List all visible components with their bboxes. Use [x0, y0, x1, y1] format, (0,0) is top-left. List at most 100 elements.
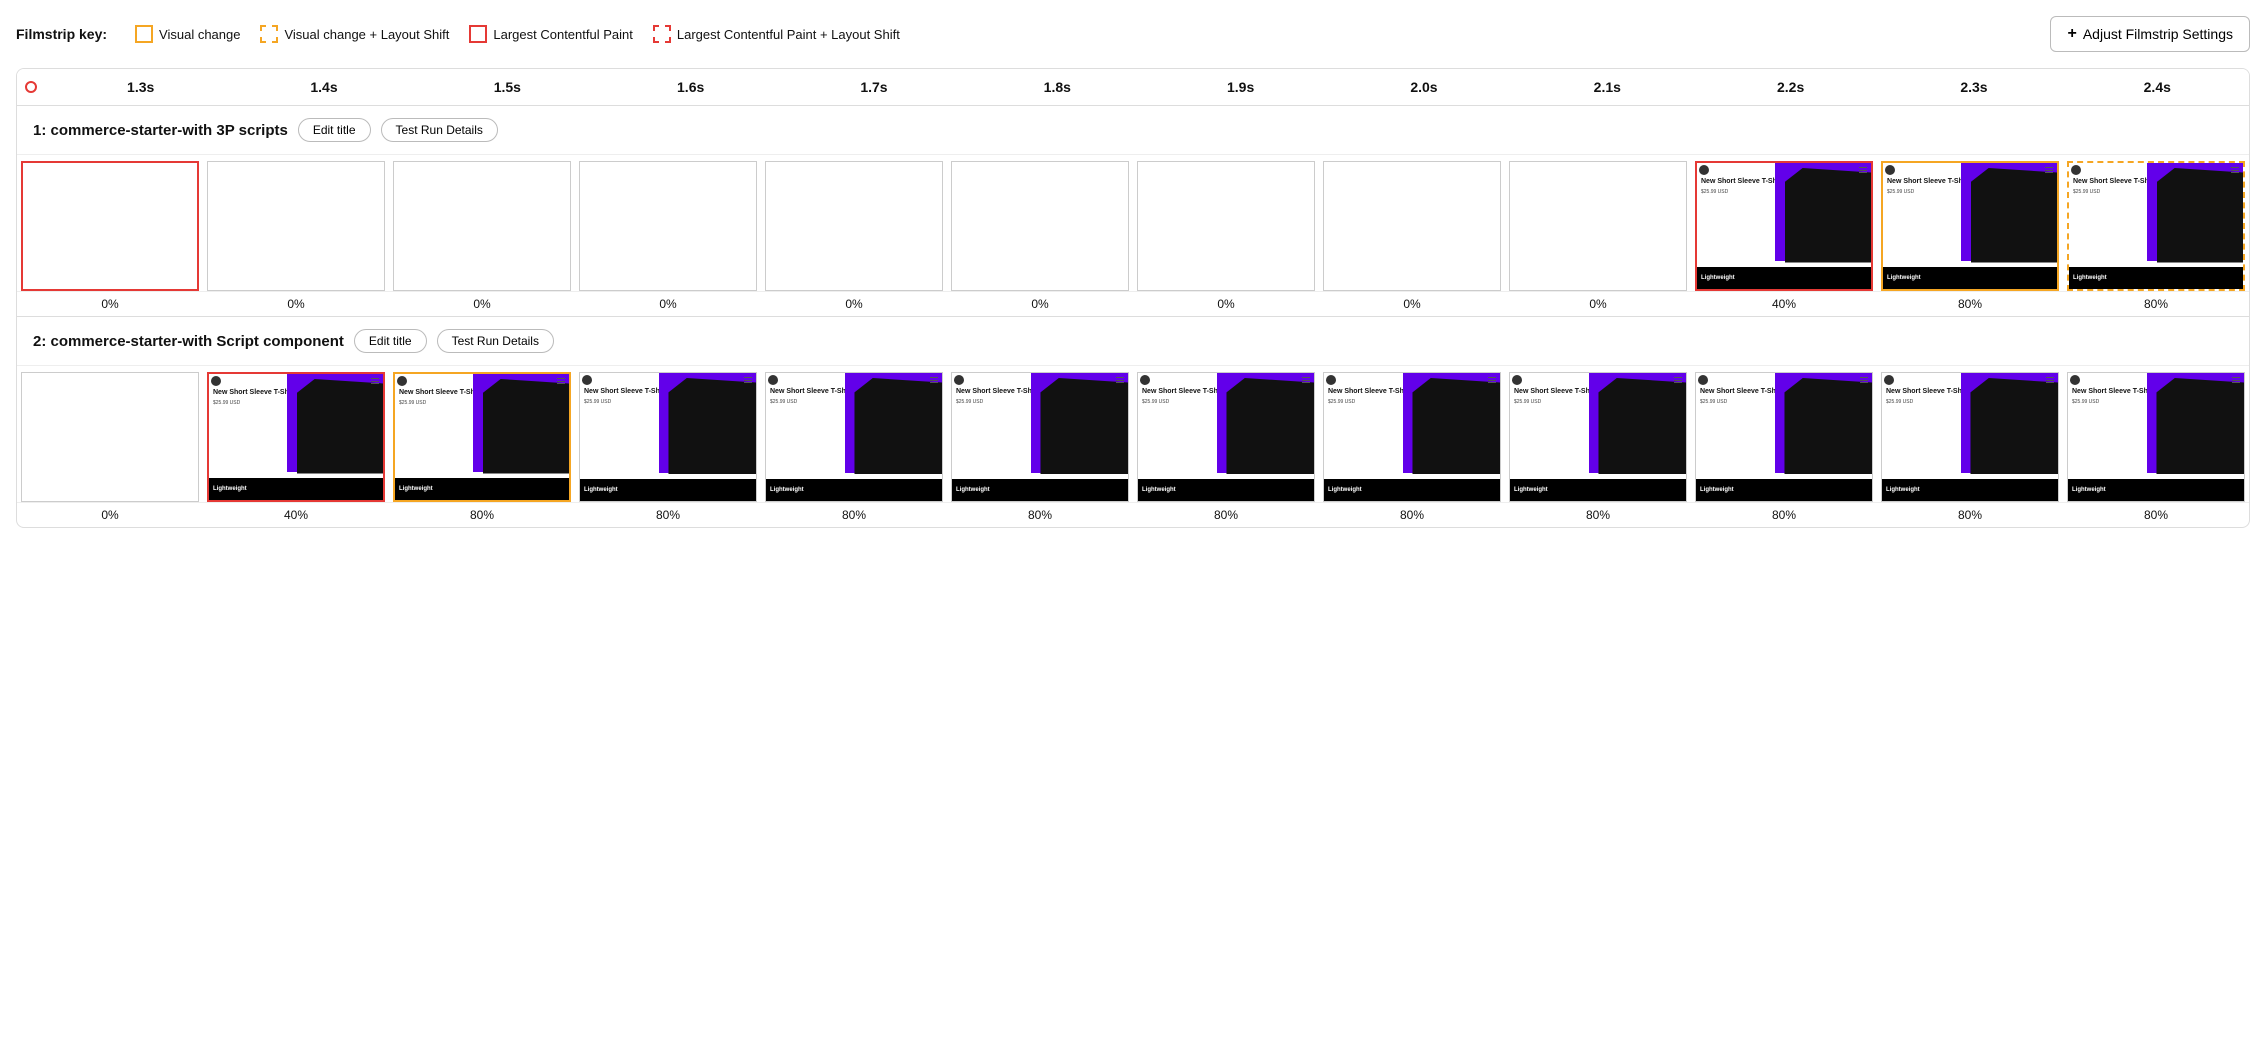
thumb-icon-circle: [768, 375, 778, 385]
frame-thumb[interactable]: [1509, 161, 1687, 291]
timeline-tick: 1.3s: [49, 69, 232, 105]
frame-thumb[interactable]: New Short Sleeve T-Shirt $25.99 USD Ligh…: [951, 372, 1129, 502]
frame-thumb[interactable]: [1323, 161, 1501, 291]
frame-thumb[interactable]: [21, 161, 199, 291]
frame-cell: [947, 155, 1133, 291]
thumb-icon-menu: [2044, 375, 2056, 385]
frame-cell: New Short Sleeve T-Shirt $25.99 USD Ligh…: [389, 366, 575, 502]
frame-thumb[interactable]: New Short Sleeve T-Shirt $25.99 USD Ligh…: [207, 372, 385, 502]
frame-thumb[interactable]: New Short Sleeve T-Shirt $25.99 USD Ligh…: [579, 372, 757, 502]
pct-cell: 0%: [761, 292, 947, 316]
legend-items: Filmstrip key: Visual change Visual chan…: [16, 25, 900, 43]
timeline-tick: 2.0s: [1332, 69, 1515, 105]
frame-thumb[interactable]: [579, 161, 757, 291]
frame-thumb[interactable]: [951, 161, 1129, 291]
pct-cell: 80%: [1691, 503, 1877, 527]
pct-cell: 80%: [947, 503, 1133, 527]
plus-icon: +: [2067, 25, 2076, 43]
pct-cell: 80%: [761, 503, 947, 527]
frame-thumb[interactable]: New Short Sleeve T-Shirt $25.99 USD Ligh…: [1137, 372, 1315, 502]
frame-thumb[interactable]: New Short Sleeve T-Shirt $25.99 USD Ligh…: [1881, 372, 2059, 502]
timeline-tick: 1.5s: [416, 69, 599, 105]
frame-cell: New Short Sleeve T-Shirt $25.99 USD Ligh…: [575, 366, 761, 502]
frame-thumb[interactable]: [1137, 161, 1315, 291]
thumb-icon-menu: [1672, 375, 1684, 385]
legend-label: Filmstrip key:: [16, 26, 107, 42]
frame-cell: New Short Sleeve T-Shirt $25.99 USD Ligh…: [203, 366, 389, 502]
frame-thumb[interactable]: New Short Sleeve T-Shirt $25.99 USD Ligh…: [1323, 372, 1501, 502]
test-run-details-button-2[interactable]: Test Run Details: [437, 329, 554, 353]
frame-thumb[interactable]: [393, 161, 571, 291]
pct-cell: 80%: [575, 503, 761, 527]
thumb-icon-menu: [1486, 375, 1498, 385]
adjust-filmstrip-button[interactable]: + Adjust Filmstrip Settings: [2050, 16, 2250, 52]
frame-cell: New Short Sleeve T-Shirt $25.99 USD Ligh…: [1319, 366, 1505, 502]
edit-title-button-2[interactable]: Edit title: [354, 329, 427, 353]
adjust-filmstrip-label: Adjust Filmstrip Settings: [2083, 26, 2233, 42]
thumb-icon-menu: [1857, 165, 1869, 175]
frame-cell: New Short Sleeve T-Shirt $25.99 USD Ligh…: [761, 366, 947, 502]
frame-thumb[interactable]: [21, 372, 199, 502]
thumb-icon-menu: [2229, 165, 2241, 175]
frame-cell: [1505, 155, 1691, 291]
thumb-icon-circle: [1884, 375, 1894, 385]
legend-item-visual-change-layout: Visual change + Layout Shift: [260, 25, 449, 43]
frames-row-2: New Short Sleeve T-Shirt $25.99 USD Ligh…: [17, 366, 2249, 502]
lcp-label: Largest Contentful Paint: [493, 27, 632, 42]
timeline-tick: 1.7s: [782, 69, 965, 105]
frame-cell: New Short Sleeve T-Shirt $25.99 USD Ligh…: [1133, 366, 1319, 502]
frame-cell: New Short Sleeve T-Shirt $25.99 USD Ligh…: [1691, 366, 1877, 502]
pct-cell: 80%: [1319, 503, 1505, 527]
pct-cell: 80%: [389, 503, 575, 527]
timeline-tick: 1.6s: [599, 69, 782, 105]
thumb-icon-circle: [397, 376, 407, 386]
thumb-icon-circle: [2071, 165, 2081, 175]
timeline-tick: 2.2s: [1699, 69, 1882, 105]
pct-cell: 0%: [1319, 292, 1505, 316]
thumb-icon-circle: [1698, 375, 1708, 385]
frame-cell: [1319, 155, 1505, 291]
frame-cell: [761, 155, 947, 291]
section-header-1: 1: commerce-starter-with 3P scripts Edit…: [17, 106, 2249, 155]
frame-thumb[interactable]: New Short Sleeve T-Shirt $25.99 USD Ligh…: [1695, 372, 1873, 502]
frame-thumb[interactable]: New Short Sleeve T-Shirt $25.99 USD Ligh…: [1695, 161, 1873, 291]
frame-thumb[interactable]: New Short Sleeve T-Shirt $25.99 USD Ligh…: [2067, 372, 2245, 502]
thumb-icon-circle: [2070, 375, 2080, 385]
timeline-ticks: 1.3s1.4s1.5s1.6s1.7s1.8s1.9s2.0s2.1s2.2s…: [49, 69, 2249, 105]
visual-change-label: Visual change: [159, 27, 240, 42]
thumb-icon-circle: [211, 376, 221, 386]
pct-cell: 40%: [1691, 292, 1877, 316]
thumb-icon-circle: [582, 375, 592, 385]
test-run-details-button-1[interactable]: Test Run Details: [381, 118, 498, 142]
frame-thumb[interactable]: New Short Sleeve T-Shirt $25.99 USD Ligh…: [393, 372, 571, 502]
edit-title-button-1[interactable]: Edit title: [298, 118, 371, 142]
timeline-tick: 2.3s: [1882, 69, 2065, 105]
thumb-icon-circle: [1140, 375, 1150, 385]
thumb-icon-menu: [1858, 375, 1870, 385]
legend-bar: Filmstrip key: Visual change Visual chan…: [16, 16, 2250, 52]
pct-cell: 0%: [947, 292, 1133, 316]
thumb-icon-menu: [2043, 165, 2055, 175]
timeline-tick: 1.8s: [966, 69, 1149, 105]
pct-cell: 80%: [1505, 503, 1691, 527]
thumb-icon-circle: [1326, 375, 1336, 385]
pct-cell: 80%: [1133, 503, 1319, 527]
frame-cell: [389, 155, 575, 291]
visual-change-layout-label: Visual change + Layout Shift: [284, 27, 449, 42]
thumb-icon-circle: [1512, 375, 1522, 385]
legend-item-lcp: Largest Contentful Paint: [469, 25, 632, 43]
frame-thumb[interactable]: New Short Sleeve T-Shirt $25.99 USD Ligh…: [765, 372, 943, 502]
frame-cell: [575, 155, 761, 291]
timeline-tick: 1.9s: [1149, 69, 1332, 105]
pct-cell: 0%: [1505, 292, 1691, 316]
frame-thumb[interactable]: New Short Sleeve T-Shirt $25.99 USD Ligh…: [1509, 372, 1687, 502]
pct-row-2: 0%40%80%80%80%80%80%80%80%80%80%80%: [17, 502, 2249, 527]
thumb-icon-circle: [954, 375, 964, 385]
timeline-header: 1.3s1.4s1.5s1.6s1.7s1.8s1.9s2.0s2.1s2.2s…: [17, 69, 2249, 106]
frame-thumb[interactable]: New Short Sleeve T-Shirt $25.99 USD Ligh…: [2067, 161, 2245, 291]
frame-thumb[interactable]: New Short Sleeve T-Shirt $25.99 USD Ligh…: [1881, 161, 2059, 291]
pct-cell: 0%: [203, 292, 389, 316]
frame-thumb[interactable]: [765, 161, 943, 291]
pct-cell: 0%: [17, 292, 203, 316]
frame-thumb[interactable]: [207, 161, 385, 291]
